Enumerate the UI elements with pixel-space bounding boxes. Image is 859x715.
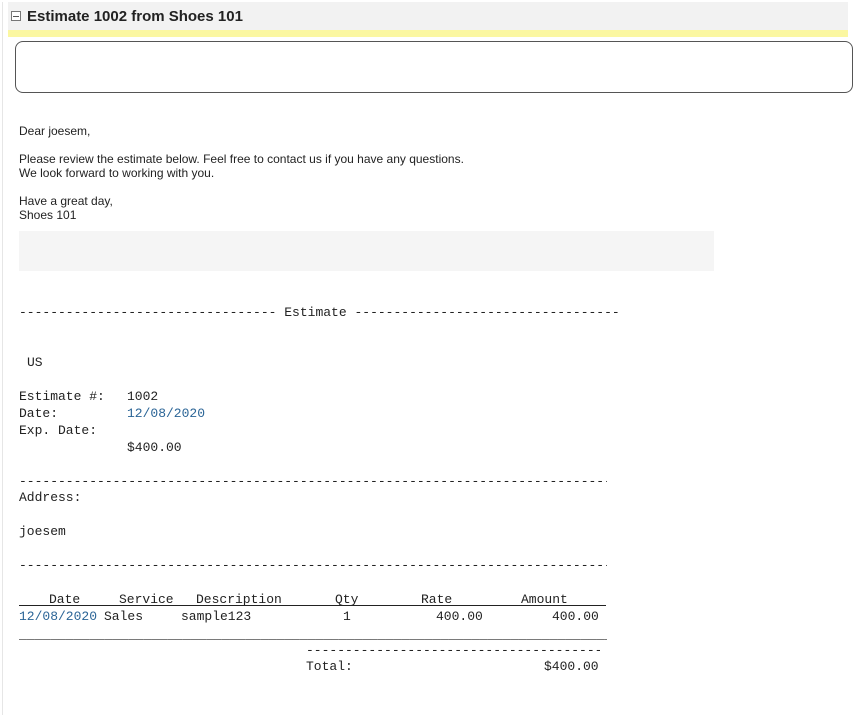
separator-dashes-2: ----------------------------------------… [19, 558, 607, 573]
estimate-section-title: Estimate [276, 305, 355, 320]
total-separator: ---------------------------------------- [306, 643, 600, 658]
line-item-amount: 400.00 [552, 609, 599, 624]
email-subject: Estimate 1002 from Shoes 101 [27, 7, 243, 25]
heading-right-dashes: ---------------------------------- [354, 305, 620, 320]
col-header-rate: Rate [421, 592, 453, 607]
greeting: Dear joesem, [19, 124, 91, 138]
exp-date-label: Exp. Date: [19, 423, 98, 438]
line-item-service: Sales [104, 609, 144, 624]
notes-box[interactable] [15, 41, 853, 93]
line-item-qty: 1 [343, 609, 351, 624]
line-item-description: sample123 [181, 609, 252, 624]
total-label: Total: [306, 659, 353, 674]
separator-dashes-1: ----------------------------------------… [19, 474, 607, 489]
minus-square-icon[interactable] [11, 11, 21, 21]
col-header-amount: Amount [521, 592, 568, 607]
country: US [27, 355, 43, 370]
address-name: joesem [19, 524, 66, 539]
estimate-date-link[interactable]: 12/08/2020 [127, 405, 205, 422]
separator-underscores: ________________________________________… [19, 627, 607, 642]
highlight-bar [8, 30, 848, 37]
line-item-date-link[interactable]: 12/08/2020 [19, 608, 97, 625]
address-label: Address: [19, 490, 82, 505]
heading-left-dashes: --------------------------------- [19, 305, 277, 320]
left-border [2, 2, 3, 715]
closing: Have a great day, [19, 194, 113, 208]
total-value: $400.00 [544, 659, 599, 674]
col-header-date: Date [49, 592, 81, 607]
email-message: Dear joesem, Please review the estimate … [19, 124, 464, 222]
estimate-heading: --------------------------------- Estima… [19, 304, 620, 321]
email-header: Estimate 1002 from Shoes 101 [8, 2, 848, 30]
estimate-number: 1002 [127, 389, 159, 404]
estimate-amount: $400.00 [127, 440, 182, 455]
banner-placeholder [19, 231, 714, 271]
line-item-rate: 400.00 [436, 609, 483, 624]
body-line-2: We look forward to working with you. [19, 166, 215, 180]
estimate-number-label: Estimate #: [19, 389, 105, 404]
table-header-underline [19, 605, 606, 606]
col-header-qty: Qty [335, 592, 359, 607]
date-label: Date: [19, 406, 59, 421]
col-header-service: Service [119, 592, 174, 607]
col-header-description: Description [196, 592, 282, 607]
body-line-1: Please review the estimate below. Feel f… [19, 152, 464, 166]
signature: Shoes 101 [19, 208, 77, 222]
